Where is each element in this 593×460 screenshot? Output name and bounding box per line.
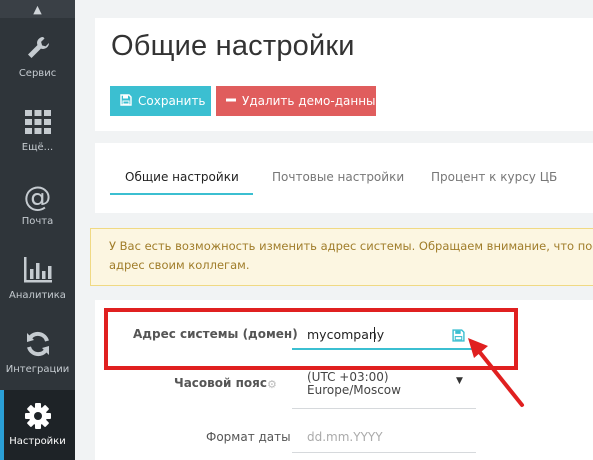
wrench-icon <box>24 30 52 66</box>
alert-text-line1: У Вас есть возможность изменить адрес си… <box>109 239 593 253</box>
delete-button-label: Удалить демо-данные <box>242 94 383 108</box>
sidebar: ▲ Сервис Ещё... @ Почта Аналитика Интегр… <box>0 0 75 460</box>
sidebar-item-label: Ещё... <box>21 142 54 153</box>
timezone-select[interactable]: (UTC +03:00) Europe/Moscow <box>307 371 401 397</box>
sidebar-item-label: Аналитика <box>9 290 66 301</box>
sidebar-item-label: Настройки <box>9 436 66 447</box>
tab-cb-rate-percent[interactable]: Процент к курсу ЦБ <box>431 170 557 184</box>
sidebar-item-service[interactable]: Сервис <box>0 22 75 92</box>
date-format-underline <box>292 452 476 453</box>
sidebar-item-mail[interactable]: @ Почта <box>0 170 75 240</box>
warning-alert: У Вас есть возможность изменить адрес си… <box>90 228 593 286</box>
bar-chart-icon <box>23 252 53 288</box>
page-title: Общие настройки <box>111 30 355 62</box>
alert-text-line2: адрес своим коллегам. <box>109 258 250 272</box>
save-button-label: Сохранить <box>138 94 206 108</box>
highlight-box <box>104 308 518 370</box>
sidebar-item-analytics[interactable]: Аналитика <box>0 244 75 314</box>
floppy-disk-icon <box>120 93 132 109</box>
timezone-underline <box>292 408 476 409</box>
sidebar-item-label: Почта <box>21 216 54 227</box>
arrow-annotation-icon <box>468 338 524 407</box>
sidebar-item-label: Сервис <box>18 68 57 79</box>
sidebar-item-label: Интеграции <box>5 364 70 375</box>
timezone-help-gear-icon: ⚙ <box>267 378 277 391</box>
date-format-input[interactable]: dd.mm.YYYY <box>307 430 383 444</box>
tab-general-settings[interactable]: Общие настройки <box>125 170 239 184</box>
save-button[interactable]: Сохранить <box>110 86 211 116</box>
sync-icon <box>24 326 52 362</box>
timezone-line2: Europe/Moscow <box>307 383 401 397</box>
sidebar-item-more[interactable]: Ещё... <box>0 96 75 166</box>
timezone-label: Часовой пояс <box>174 376 267 390</box>
delete-demo-data-button[interactable]: Удалить демо-данные <box>216 86 383 116</box>
sidebar-scroll-up-button[interactable]: ▲ <box>0 0 75 18</box>
active-tab-indicator <box>110 193 253 195</box>
grid-icon <box>24 104 52 140</box>
minus-icon <box>226 94 236 108</box>
gear-icon <box>24 398 52 434</box>
tab-mail-settings[interactable]: Почтовые настройки <box>272 170 404 184</box>
sidebar-item-integrations[interactable]: Интеграции <box>0 318 75 388</box>
sidebar-item-settings[interactable]: Настройки <box>0 390 75 460</box>
date-format-label: Формат даты <box>206 430 291 444</box>
at-icon: @ <box>23 179 52 213</box>
